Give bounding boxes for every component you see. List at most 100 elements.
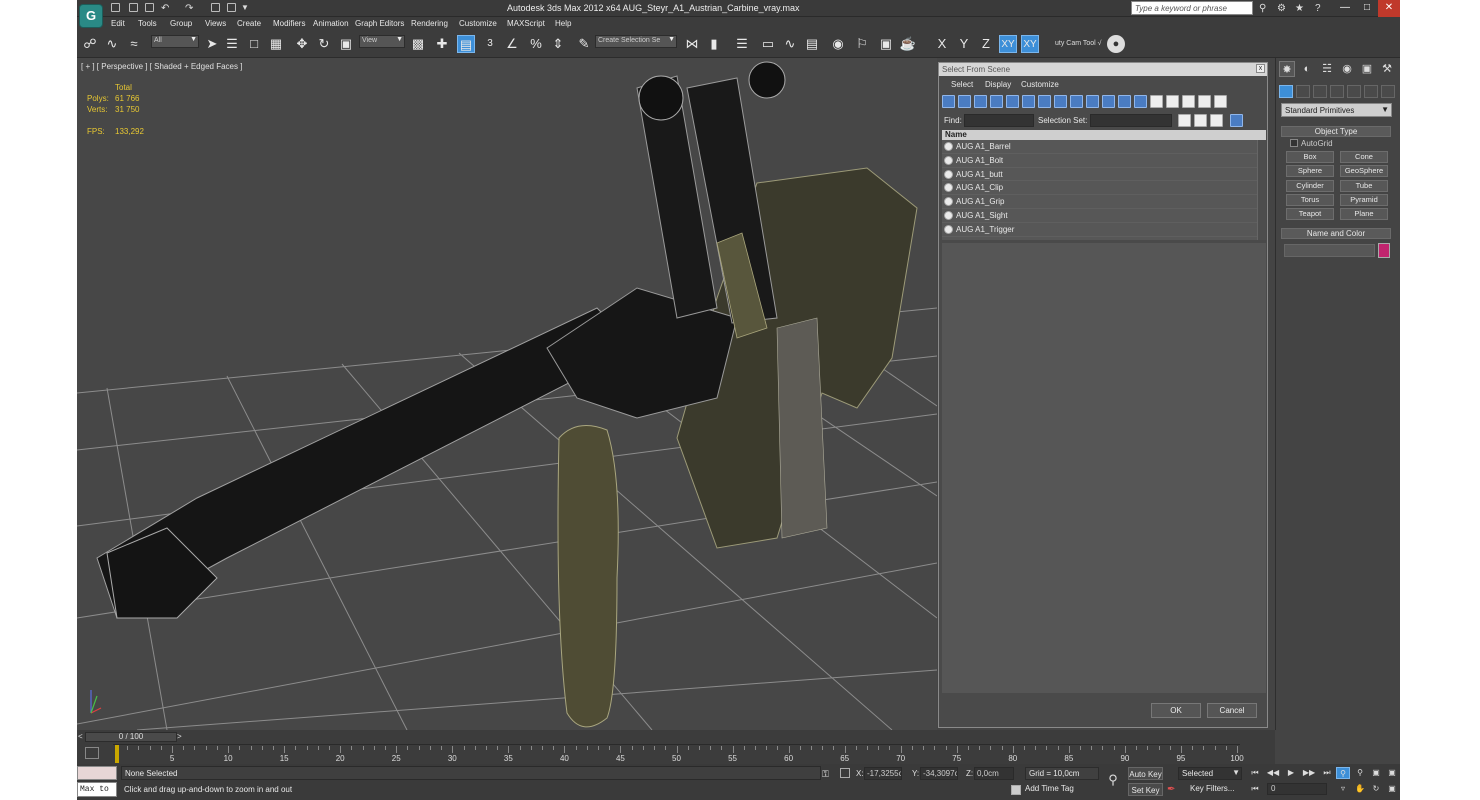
axis-xy-cycle-button[interactable]: XY (1021, 35, 1039, 53)
window-crossing-icon[interactable]: ▦ (267, 35, 285, 53)
menu-group[interactable]: Group (170, 19, 192, 28)
menu-customize[interactable]: Customize (459, 19, 497, 28)
display-xrefs-icon[interactable] (1054, 95, 1067, 108)
app-logo-icon[interactable]: G (79, 4, 103, 28)
binoculars-icon[interactable]: ⚲ (1259, 3, 1266, 14)
snaps-toggle-icon[interactable]: 3 (481, 35, 499, 53)
dialog-menu-customize[interactable]: Customize (1021, 80, 1059, 89)
shapes-category-icon[interactable] (1296, 85, 1310, 98)
spacewarps-category-icon[interactable] (1364, 85, 1378, 98)
select-invert-icon[interactable] (1210, 114, 1223, 127)
pyramid-button[interactable]: Pyramid (1340, 194, 1388, 206)
zoom-icon[interactable]: ⚲ (1336, 767, 1350, 779)
utility-cam-tool-label[interactable]: uty Cam Tool √ (1055, 40, 1102, 47)
menu-maxscript[interactable]: MAXScript (507, 19, 545, 28)
menu-graph-editors[interactable]: Graph Editors (355, 19, 404, 28)
box-button[interactable]: Box (1286, 151, 1334, 163)
list-item[interactable]: AUG A1_Grip (942, 195, 1266, 209)
display-frozen-icon[interactable] (1102, 95, 1115, 108)
axis-x-button[interactable]: X (933, 35, 951, 53)
display-invert-icon[interactable] (1166, 95, 1179, 108)
curve-editor-mini-icon[interactable] (85, 747, 99, 759)
field-of-view-icon[interactable]: ▿ (1336, 783, 1350, 795)
spinner-snap-icon[interactable]: ⇕ (549, 35, 567, 53)
go-to-end-icon[interactable]: ⏭ (1320, 767, 1334, 779)
select-none-icon[interactable] (1194, 114, 1207, 127)
current-frame-marker[interactable] (115, 745, 119, 763)
create-tab-icon[interactable]: ✸ (1279, 61, 1295, 77)
select-manipulate-icon[interactable]: ✚ (433, 35, 451, 53)
display-all-icon[interactable] (1134, 95, 1147, 108)
key-filter-pen-icon[interactable]: ✒ (1167, 784, 1175, 795)
go-to-start-icon[interactable]: ⏮ (1248, 767, 1262, 779)
dialog-close-icon[interactable]: x (1256, 64, 1265, 73)
render-production-icon[interactable]: ☕ (899, 35, 917, 53)
filter-icon[interactable] (1198, 95, 1211, 108)
object-color-swatch[interactable] (1378, 243, 1390, 258)
render-setup-icon[interactable]: ⚐ (853, 35, 871, 53)
menu-modifiers[interactable]: Modifiers (273, 19, 305, 28)
orbit-icon[interactable]: ↻ (1369, 783, 1383, 795)
open-file-icon[interactable] (129, 3, 138, 12)
undo-icon[interactable]: ↶ (161, 3, 169, 14)
axis-z-button[interactable]: Z (977, 35, 995, 53)
absolute-mode-icon[interactable] (840, 768, 850, 778)
rectangular-selection-icon[interactable]: □ (245, 35, 263, 53)
maximize-viewport-icon[interactable]: ▣ (1385, 783, 1399, 795)
display-containers-icon[interactable] (1086, 95, 1099, 108)
named-selection-dropdown[interactable]: Create Selection Se ▼ (595, 35, 677, 48)
list-item[interactable]: AUG A1_Trigger (942, 223, 1266, 237)
teapot-button[interactable]: Teapot (1286, 208, 1334, 220)
utilities-tab-icon[interactable]: ⚒ (1379, 61, 1395, 77)
key-mode-toggle-icon[interactable]: ⏮ (1248, 783, 1262, 795)
zoom-extents-all-icon[interactable]: ▣ (1385, 767, 1399, 779)
name-and-color-rollout[interactable]: Name and Color (1281, 228, 1391, 239)
list-item[interactable]: AUG A1_Bolt (942, 154, 1266, 168)
hierarchy-tab-icon[interactable]: ☵ (1319, 61, 1335, 77)
list-item[interactable]: AUG A1_Clip (942, 181, 1266, 196)
display-dependents-icon[interactable] (1182, 95, 1195, 108)
dialog-title-bar[interactable]: Select From Scene x (939, 63, 1267, 76)
motion-tab-icon[interactable]: ◉ (1339, 61, 1355, 77)
hold-icon[interactable] (227, 3, 236, 12)
display-helpers-icon[interactable] (1006, 95, 1019, 108)
redo-icon[interactable]: ↷ (185, 3, 193, 14)
lights-category-icon[interactable] (1313, 85, 1327, 98)
key-filters-button[interactable]: Key Filters... (1190, 784, 1234, 793)
tube-button[interactable]: Tube (1340, 180, 1388, 192)
keyboard-shortcut-override-icon[interactable]: ▤ (457, 35, 475, 53)
dialog-menu-display[interactable]: Display (985, 80, 1011, 89)
material-editor-icon[interactable]: ◉ (829, 35, 847, 53)
menu-views[interactable]: Views (205, 19, 226, 28)
menu-create[interactable]: Create (237, 19, 261, 28)
scale-icon[interactable]: ▣ (337, 35, 355, 53)
time-tag-icon[interactable] (1011, 785, 1021, 795)
autogrid-checkbox[interactable] (1290, 139, 1298, 147)
z-coord-field[interactable]: 0,0cm (974, 767, 1014, 780)
bind-spacewarp-icon[interactable]: ≈ (125, 35, 143, 53)
zoom-extents-icon[interactable]: ▣ (1369, 767, 1383, 779)
quick-access-dropdown-icon[interactable]: ▼ (241, 3, 249, 12)
link-icon[interactable]: ☍ (81, 35, 99, 53)
y-coord-field[interactable]: -34,3097cr (920, 767, 958, 780)
select-object-icon[interactable]: ➤ (203, 35, 221, 53)
maxscript-mini-listener[interactable] (77, 766, 117, 780)
axis-xy-button[interactable]: XY (999, 35, 1017, 53)
next-frame-icon[interactable]: ▶▶ (1302, 767, 1316, 779)
axis-y-button[interactable]: Y (955, 35, 973, 53)
zoom-all-icon[interactable]: ⚲ (1353, 767, 1367, 779)
pan-view-icon[interactable]: ✋ (1353, 783, 1367, 795)
time-slider-prev-icon[interactable]: < (78, 732, 83, 741)
unlink-icon[interactable]: ∿ (103, 35, 121, 53)
display-tab-icon[interactable]: ▣ (1359, 61, 1375, 77)
display-groups-icon[interactable] (1038, 95, 1051, 108)
cancel-button[interactable]: Cancel (1207, 703, 1257, 718)
display-shapes-icon[interactable] (958, 95, 971, 108)
layer-manager-icon[interactable]: ☰ (733, 35, 751, 53)
list-scrollbar[interactable] (1257, 140, 1266, 240)
align-icon[interactable]: ▮ (705, 35, 723, 53)
save-file-icon[interactable] (145, 3, 154, 12)
cameras-category-icon[interactable] (1330, 85, 1344, 98)
menu-help[interactable]: Help (555, 19, 571, 28)
dialog-menu-select[interactable]: Select (951, 80, 973, 89)
